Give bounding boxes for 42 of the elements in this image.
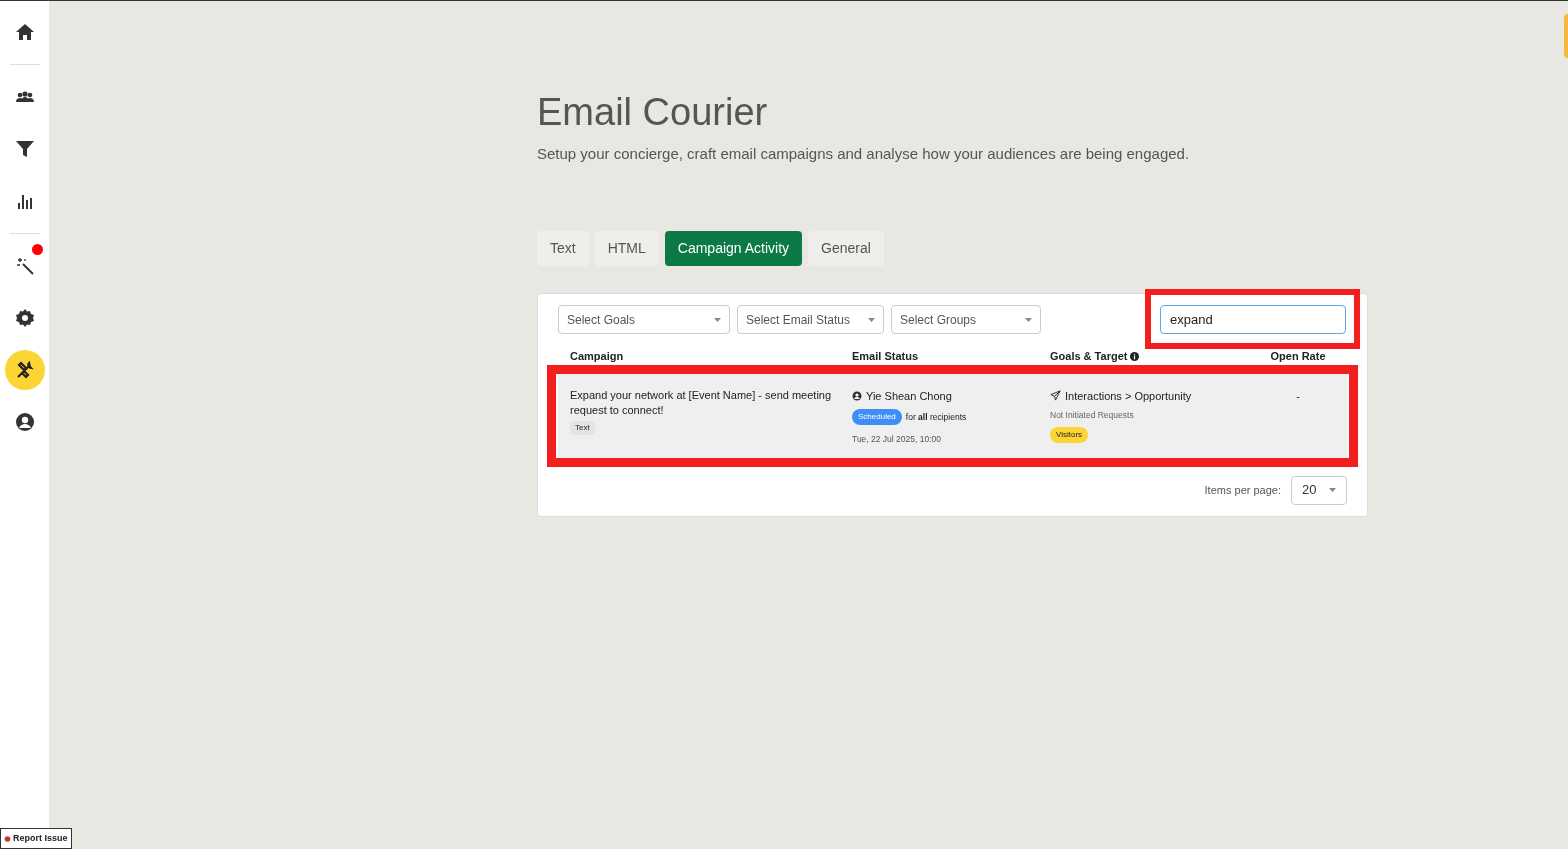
items-per-page-label: Items per page:	[1204, 482, 1281, 498]
column-header: Goals & Target	[1050, 348, 1248, 365]
column-header: Email Status	[852, 349, 920, 364]
caret-icon	[1329, 488, 1336, 492]
tab[interactable]: Text	[537, 231, 589, 266]
recipients-text: for all recipients	[905, 410, 967, 424]
table-row[interactable]	[558, 373, 1347, 458]
user-icon	[14, 412, 35, 432]
goal-text: Interactions > Opportunity	[1065, 388, 1192, 404]
items-per-page-select[interactable]: 20	[1291, 475, 1347, 505]
filter-dropdown[interactable]: Select Groups	[891, 305, 1041, 334]
group-tag: Visitors	[1050, 426, 1089, 443]
filter-icon	[14, 139, 35, 159]
campaign-name: Expand your network at [Event Name] - send meeting request to connect!	[570, 387, 833, 418]
home-icon	[14, 22, 35, 42]
filter-dropdown[interactable]: Select Goals	[558, 305, 730, 334]
filter-dropdown[interactable]: Select Email Status	[737, 305, 884, 334]
page-subtitle: Setup your concierge, craft email campaigns and analyse how your audiences are being engaged.	[537, 143, 1191, 164]
scheduled-date: Tue, 22 Jul 2025, 10:00	[852, 433, 942, 446]
report-issue-button[interactable]: Report Issue	[0, 828, 72, 849]
gear-icon	[14, 308, 35, 328]
caret-icon	[1025, 317, 1032, 322]
bug-icon	[4, 835, 11, 842]
tab[interactable]: General	[808, 231, 884, 266]
wand-icon	[14, 256, 35, 276]
tab[interactable]: HTML	[594, 231, 659, 266]
caret-icon	[714, 317, 721, 322]
caret-icon	[868, 317, 875, 322]
column-header: Campaign	[570, 349, 625, 364]
column-header: Open Rate	[1269, 349, 1327, 364]
nav-item[interactable]	[4, 350, 45, 390]
info-icon	[1130, 351, 1140, 361]
target-text: Not Initiated Requests	[1050, 409, 1135, 422]
type-tag: Text	[570, 420, 595, 435]
paper-plane-icon	[1050, 390, 1061, 402]
sender-name: Yie Shean Chong	[866, 388, 952, 404]
page-title: Email Courier	[537, 90, 769, 135]
status-badge: Scheduled	[852, 409, 902, 425]
user-icon	[852, 390, 862, 401]
open-rate: -	[1296, 388, 1300, 404]
search-field[interactable]: expand	[1160, 305, 1346, 334]
tab[interactable]: Campaign Activity	[664, 231, 803, 266]
